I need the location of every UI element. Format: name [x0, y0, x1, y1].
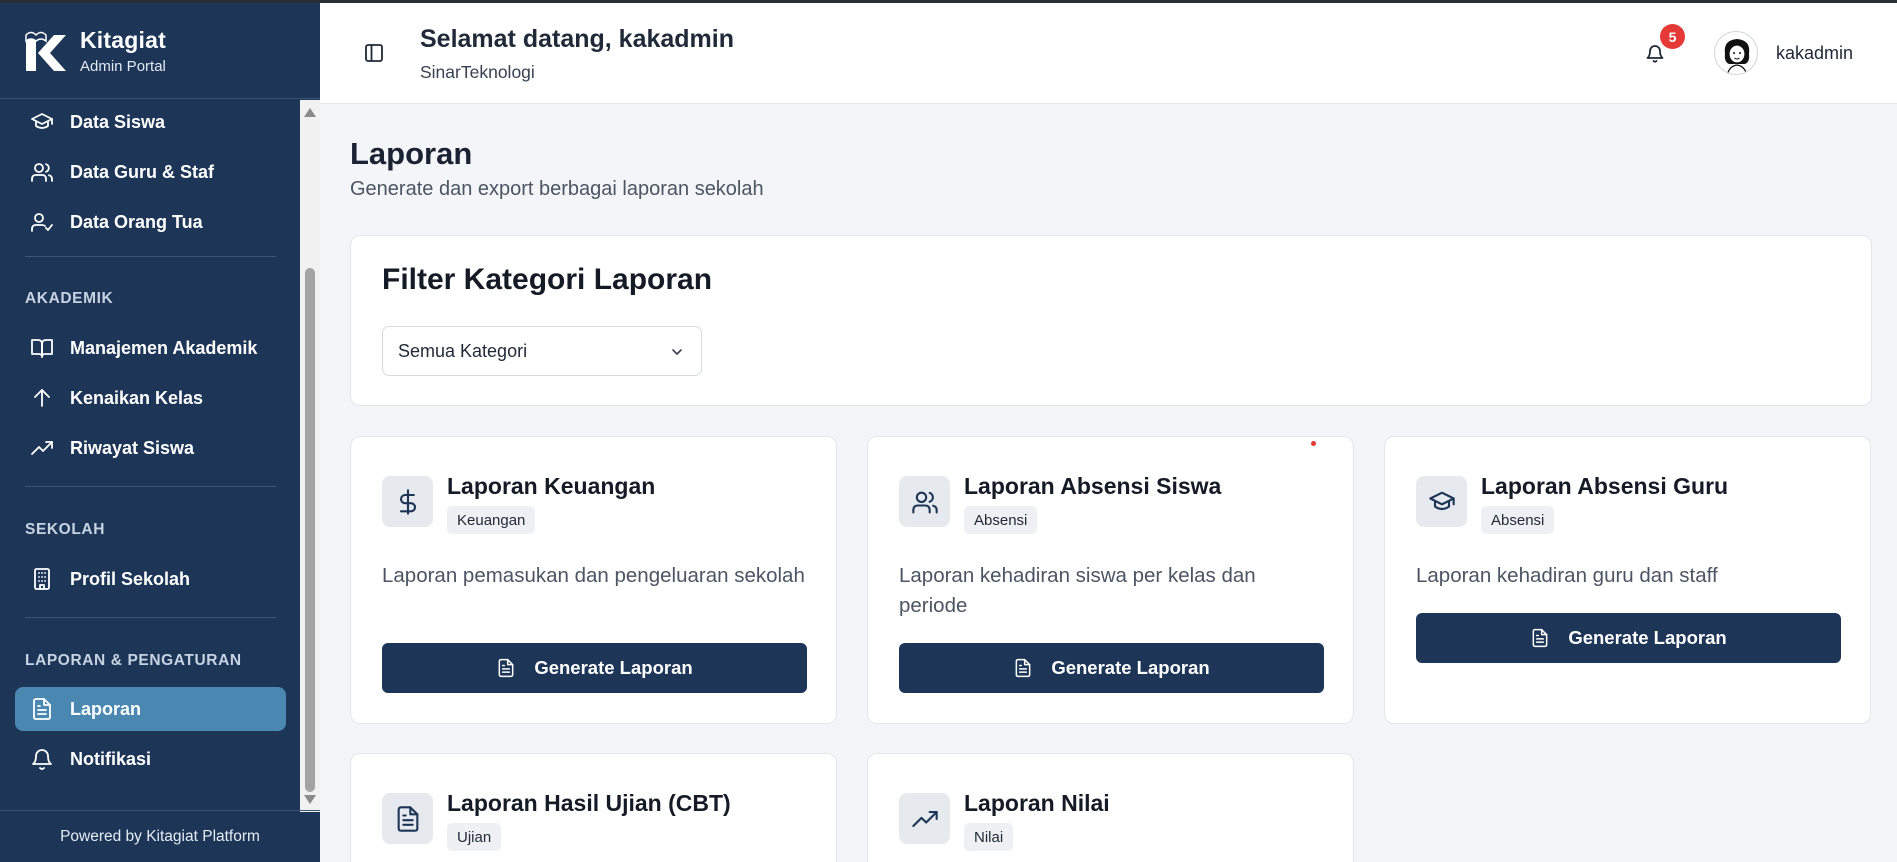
report-category-tag: Absensi	[964, 506, 1038, 534]
sidebar-item-riwayat-siswa[interactable]: Riwayat Siswa	[15, 426, 286, 470]
category-select[interactable]: Semua Kategori	[382, 326, 702, 376]
generate-report-label: Generate Laporan	[534, 657, 693, 678]
brand[interactable]: Kitagiat Admin Portal	[0, 3, 320, 99]
report-icon-box	[382, 793, 433, 844]
kitagiat-logo-icon	[25, 31, 66, 71]
trending-up-icon	[911, 810, 938, 827]
file-text-icon	[1015, 658, 1031, 678]
scroll-thumb[interactable]	[305, 268, 315, 792]
report-title: Laporan Absensi Guru	[1481, 473, 1729, 499]
generate-report-button[interactable]: Generate Laporan	[899, 643, 1324, 693]
report-category-tag: Ujian	[447, 823, 502, 851]
report-description: Laporan kehadiran guru dan staff	[1416, 564, 1718, 587]
notification-badge: 5	[1660, 24, 1685, 49]
users-icon	[911, 491, 938, 514]
sidebar-item-label: Riwayat Siswa	[70, 437, 195, 458]
report-title: Laporan Nilai	[964, 790, 1110, 816]
sidebar-item-data-guru-staf[interactable]: Data Guru & Staf	[15, 150, 286, 194]
report-description: Laporan kehadiran siswa per kelas dan pe…	[899, 564, 1256, 617]
sidebar-divider	[25, 617, 276, 618]
avatar[interactable]	[1714, 31, 1758, 75]
sidebar-item-label: Data Siswa	[70, 111, 166, 132]
trending-up-icon	[31, 441, 53, 455]
report-description: Laporan pemasukan dan pengeluaran sekola…	[382, 564, 805, 587]
brand-name: Kitagiat	[80, 26, 166, 53]
sidebar-item-label: Data Orang Tua	[70, 211, 203, 232]
top-header: Selamat datang, kakadmin SinarTeknologi …	[320, 3, 1897, 104]
section-label-sekolah: SEKOLAH	[25, 521, 105, 538]
generate-report-button[interactable]: Generate Laporan	[382, 643, 807, 693]
bell-icon	[32, 749, 52, 770]
brand-subtitle: Admin Portal	[80, 57, 166, 75]
arrow-up-icon	[34, 389, 50, 407]
report-title: Laporan Hasil Ujian (CBT)	[447, 790, 731, 816]
tenant-name: SinarTeknologi	[420, 62, 535, 82]
graduation-cap-icon	[1428, 491, 1455, 510]
avatar-illustration-icon	[1724, 39, 1750, 74]
powered-by: Powered by Kitagiat Platform	[0, 810, 320, 862]
report-card-absensi-guru: Laporan Absensi Guru Absensi Laporan keh…	[1384, 436, 1871, 724]
filter-title: Filter Kategori Laporan	[382, 263, 713, 296]
report-category-tag: Keuangan	[447, 506, 536, 534]
sidebar-item-laporan[interactable]: Laporan	[15, 687, 286, 731]
sidebar-toggle-icon[interactable]	[362, 41, 386, 65]
chevron-down-icon	[672, 349, 682, 355]
category-select-value: Semua Kategori	[398, 340, 528, 361]
report-card-absensi-siswa: Laporan Absensi Siswa Absensi Laporan ke…	[867, 436, 1354, 724]
report-icon-box	[382, 476, 433, 527]
sidebar-item-label: Kenaikan Kelas	[70, 387, 204, 408]
page-subtitle: Generate dan export berbagai laporan sek…	[350, 178, 764, 200]
welcome-heading: Selamat datang, kakadmin	[420, 25, 735, 53]
page-title: Laporan	[350, 136, 473, 171]
filter-card: Filter Kategori Laporan Semua Kategori	[350, 235, 1872, 406]
scroll-down-arrow-icon[interactable]	[304, 795, 316, 804]
graduation-cap-icon	[31, 113, 53, 129]
report-card-nilai: Laporan Nilai Nilai	[867, 753, 1354, 862]
window-top-border	[0, 0, 1897, 3]
user-check-icon	[31, 213, 53, 232]
sidebar-item-manajemen-akademik[interactable]: Manajemen Akademik	[15, 326, 286, 370]
dollar-icon	[399, 488, 416, 515]
scroll-up-arrow-icon[interactable]	[304, 108, 316, 117]
indicator-dot	[1311, 441, 1316, 446]
sidebar-item-label: Manajemen Akademik	[70, 337, 258, 358]
building-icon	[34, 568, 50, 590]
report-title: Laporan Absensi Siswa	[964, 473, 1222, 499]
sidebar-item-data-orang-tua[interactable]: Data Orang Tua	[15, 200, 286, 244]
sidebar-nav: Data Siswa Data Guru & Staf Data Orang T…	[0, 100, 300, 805]
users-icon	[31, 163, 53, 182]
report-icon-box	[899, 476, 950, 527]
sidebar-item-label: Profil Sekolah	[70, 568, 191, 589]
sidebar-item-data-siswa[interactable]: Data Siswa	[15, 100, 286, 144]
section-label-laporan-pengaturan: LAPORAN & PENGATURAN	[25, 652, 242, 669]
file-text-icon	[397, 805, 418, 832]
username[interactable]: kakadmin	[1776, 43, 1853, 64]
sidebar-item-profil-sekolah[interactable]: Profil Sekolah	[15, 557, 286, 601]
sidebar: Kitagiat Admin Portal Data Siswa Data Gu…	[0, 3, 320, 862]
sidebar-item-notifikasi[interactable]: Notifikasi	[15, 737, 286, 781]
file-text-icon	[33, 698, 51, 720]
report-category-tag: Absensi	[1481, 506, 1555, 534]
sidebar-item-label: Data Guru & Staf	[70, 161, 215, 182]
sidebar-scrollbar[interactable]	[300, 100, 320, 812]
report-category-tag: Nilai	[964, 823, 1014, 851]
report-icon-box	[1416, 476, 1467, 527]
sidebar-divider	[25, 486, 276, 487]
report-icon-box	[899, 793, 950, 844]
generate-report-label: Generate Laporan	[1568, 627, 1727, 648]
section-label-akademik: AKADEMIK	[25, 290, 114, 307]
sidebar-item-label: Laporan	[70, 698, 142, 719]
generate-report-label: Generate Laporan	[1051, 657, 1210, 678]
sidebar-divider	[25, 256, 276, 257]
generate-report-button[interactable]: Generate Laporan	[1416, 613, 1841, 663]
file-text-icon	[1532, 628, 1548, 648]
book-open-icon	[31, 339, 53, 358]
sidebar-item-label: Notifikasi	[70, 748, 152, 769]
report-card-keuangan: Laporan Keuangan Keuangan Laporan pemasu…	[350, 436, 837, 724]
file-text-icon	[498, 658, 514, 678]
report-title: Laporan Keuangan	[447, 473, 656, 499]
sidebar-item-kenaikan-kelas[interactable]: Kenaikan Kelas	[15, 376, 286, 420]
report-card-hasil-ujian: Laporan Hasil Ujian (CBT) Ujian	[350, 753, 837, 862]
